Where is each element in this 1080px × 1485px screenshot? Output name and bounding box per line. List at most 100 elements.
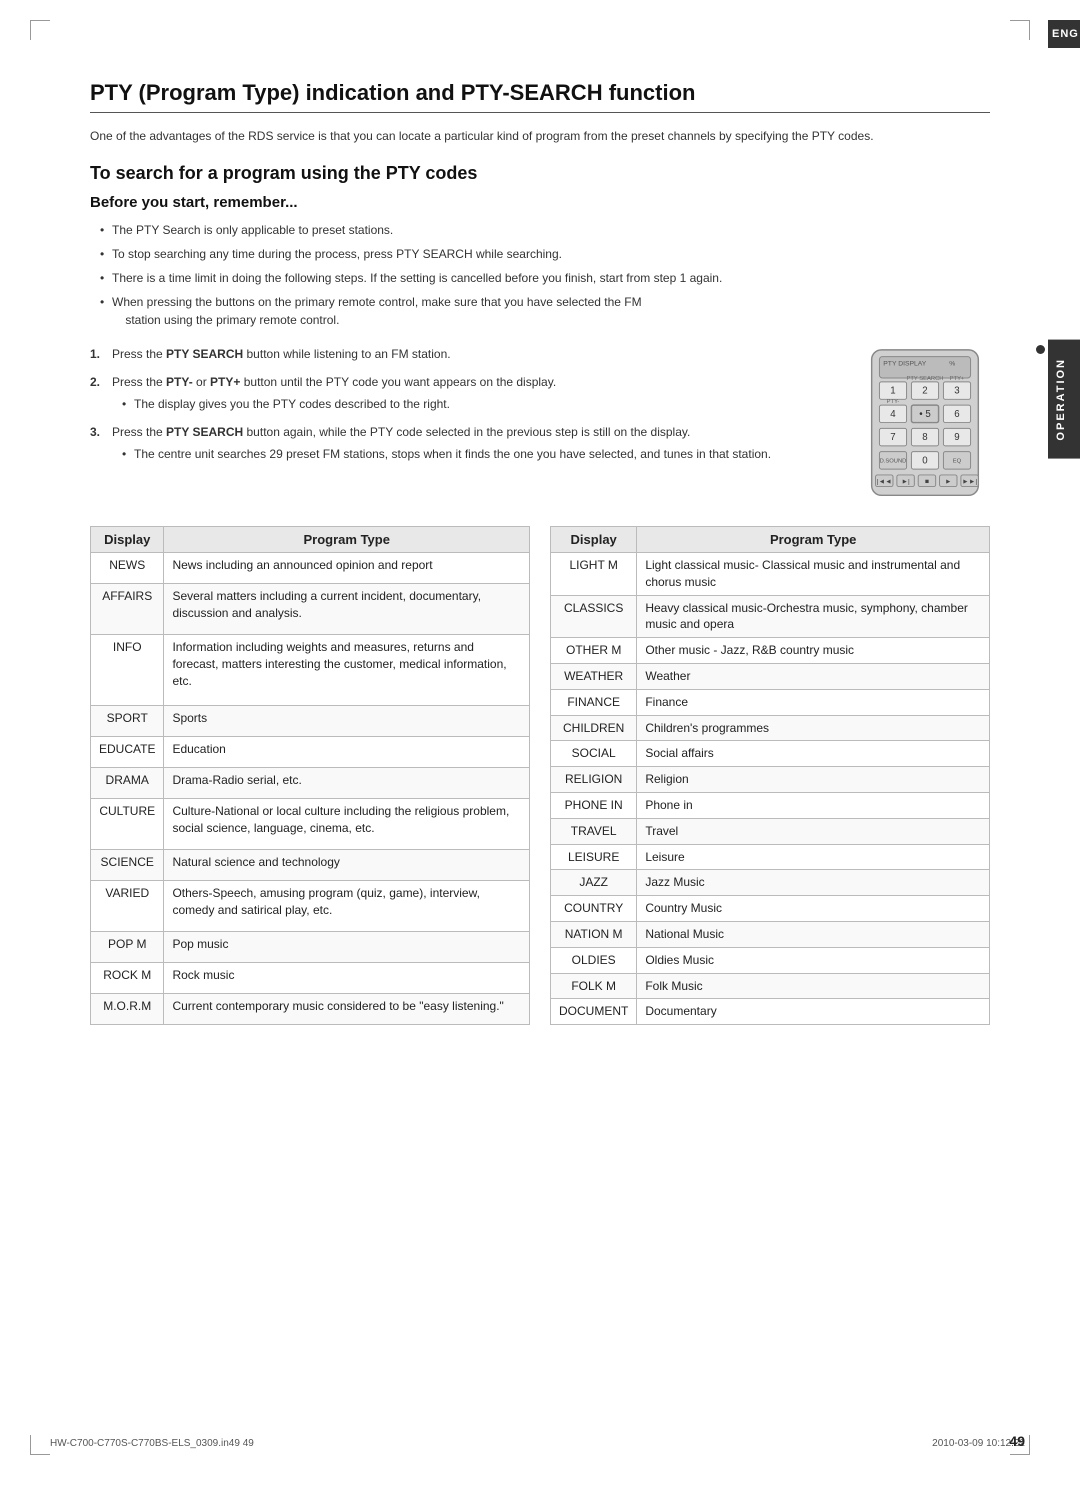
type-cell: Religion: [637, 767, 990, 793]
bullet-item: There is a time limit in doing the follo…: [100, 269, 990, 287]
operation-dot: [1036, 345, 1045, 354]
type-cell: National Music: [637, 921, 990, 947]
type-cell: Country Music: [637, 896, 990, 922]
bullet-list: The PTY Search is only applicable to pre…: [90, 221, 990, 329]
svg-text:4: 4: [890, 409, 896, 420]
eng-tab-label: ENG: [1052, 28, 1079, 40]
svg-text:►|: ►|: [901, 479, 910, 486]
step-3: 3. Press the PTY SEARCH button again, wh…: [90, 423, 840, 463]
left-table-body: NEWSNews including an announced opinion …: [91, 553, 530, 1025]
display-cell: NEWS: [91, 553, 164, 584]
display-cell: POP M: [91, 932, 164, 963]
table-row: SCIENCENatural science and technology: [91, 850, 530, 881]
display-cell: TRAVEL: [551, 818, 637, 844]
svg-text:PTY SEARCH: PTY SEARCH: [907, 376, 944, 382]
display-cell: OTHER M: [551, 638, 637, 664]
display-cell: JAZZ: [551, 870, 637, 896]
display-cell: VARIED: [91, 881, 164, 932]
right-table-header-display: Display: [551, 527, 637, 553]
type-cell: Current contemporary music considered to…: [164, 994, 530, 1025]
step-2-bullet: The display gives you the PTY codes desc…: [122, 395, 840, 413]
display-cell: OLDIES: [551, 947, 637, 973]
steps-section: 1. Press the PTY SEARCH button while lis…: [90, 345, 840, 473]
steps-remote-container: 1. Press the PTY SEARCH button while lis…: [90, 345, 990, 508]
table-row: AFFAIRSSeveral matters including a curre…: [91, 583, 530, 634]
page-number: 49: [1009, 1433, 1025, 1449]
left-table-header-type: Program Type: [164, 527, 530, 553]
remote-svg: PTY DISPLAY % 1 2 3 PTY SEARCH PTY+ 4: [860, 345, 990, 505]
numbered-list: 1. Press the PTY SEARCH button while lis…: [90, 345, 840, 463]
type-cell: Finance: [637, 689, 990, 715]
display-cell: RELIGION: [551, 767, 637, 793]
type-cell: Travel: [637, 818, 990, 844]
bullet-item: When pressing the buttons on the primary…: [100, 293, 990, 329]
table-row: DRAMADrama-Radio serial, etc.: [91, 768, 530, 799]
display-cell: DRAMA: [91, 768, 164, 799]
display-cell: EDUCATE: [91, 737, 164, 768]
right-table: Display Program Type LIGHT MLight classi…: [550, 526, 990, 1025]
step-1: 1. Press the PTY SEARCH button while lis…: [90, 345, 840, 363]
corner-bl: [30, 1435, 50, 1455]
display-cell: PHONE IN: [551, 792, 637, 818]
remote-image: PTY DISPLAY % 1 2 3 PTY SEARCH PTY+ 4: [860, 345, 990, 508]
step-3-bullets: The centre unit searches 29 preset FM st…: [112, 445, 840, 463]
type-cell: Pop music: [164, 932, 530, 963]
display-cell: AFFAIRS: [91, 583, 164, 634]
table-row: NATION MNational Music: [551, 921, 990, 947]
table-row: NEWSNews including an announced opinion …: [91, 553, 530, 584]
svg-text:8: 8: [922, 432, 927, 443]
table-row: CLASSICSHeavy classical music-Orchestra …: [551, 595, 990, 638]
display-cell: FOLK M: [551, 973, 637, 999]
right-table-body: LIGHT MLight classical music- Classical …: [551, 553, 990, 1025]
intro-text: One of the advantages of the RDS service…: [90, 127, 990, 145]
display-cell: LEISURE: [551, 844, 637, 870]
table-row: SOCIALSocial affairs: [551, 741, 990, 767]
table-row: INFOInformation including weights and me…: [91, 635, 530, 706]
svg-text:►►|: ►►|: [962, 479, 977, 486]
display-cell: DOCUMENT: [551, 999, 637, 1025]
type-cell: Information including weights and measur…: [164, 635, 530, 706]
display-cell: NATION M: [551, 921, 637, 947]
svg-text:■: ■: [925, 479, 929, 486]
table-row: JAZZJazz Music: [551, 870, 990, 896]
svg-text:PTY DISPLAY: PTY DISPLAY: [883, 360, 926, 367]
tables-container: Display Program Type NEWSNews including …: [90, 526, 990, 1025]
type-cell: Weather: [637, 663, 990, 689]
svg-text:0: 0: [922, 455, 928, 466]
table-row: OLDIESOldies Music: [551, 947, 990, 973]
table-row: DOCUMENTDocumentary: [551, 999, 990, 1025]
svg-text:►: ►: [945, 479, 952, 486]
table-row: OTHER MOther music - Jazz, R&B country m…: [551, 638, 990, 664]
page-container: ENG OPERATION PTY (Program Type) indicat…: [0, 0, 1080, 1485]
display-cell: M.O.R.M: [91, 994, 164, 1025]
table-row: SPORTSports: [91, 706, 530, 737]
right-table-header-type: Program Type: [637, 527, 990, 553]
svg-text:2: 2: [922, 385, 927, 396]
step-3-bullet: The centre unit searches 29 preset FM st…: [122, 445, 840, 463]
table-row: CULTURECulture-National or local culture…: [91, 799, 530, 850]
left-table: Display Program Type NEWSNews including …: [90, 526, 530, 1025]
svg-text:7: 7: [890, 432, 895, 443]
type-cell: Heavy classical music-Orchestra music, s…: [637, 595, 990, 638]
type-cell: Natural science and technology: [164, 850, 530, 881]
table-row: EDUCATEEducation: [91, 737, 530, 768]
svg-text:3: 3: [954, 385, 959, 396]
svg-text:• 5: • 5: [919, 409, 930, 420]
bullet-item: The PTY Search is only applicable to pre…: [100, 221, 990, 239]
table-row: FOLK MFolk Music: [551, 973, 990, 999]
type-cell: Other music - Jazz, R&B country music: [637, 638, 990, 664]
table-row: COUNTRYCountry Music: [551, 896, 990, 922]
type-cell: Phone in: [637, 792, 990, 818]
table-row: FINANCEFinance: [551, 689, 990, 715]
table-row: PHONE INPhone in: [551, 792, 990, 818]
display-cell: CULTURE: [91, 799, 164, 850]
footer-left: HW-C700-C770S-C770BS-ELS_0309.in49 49: [50, 1438, 254, 1449]
svg-text:PTY+: PTY+: [950, 376, 965, 382]
svg-text:D.SOUND: D.SOUND: [880, 458, 907, 464]
svg-text:PTY-: PTY-: [887, 399, 900, 405]
operation-tab: OPERATION: [1048, 340, 1080, 459]
type-cell: Leisure: [637, 844, 990, 870]
svg-text:1: 1: [890, 385, 895, 396]
table-row: LIGHT MLight classical music- Classical …: [551, 553, 990, 596]
type-cell: Oldies Music: [637, 947, 990, 973]
